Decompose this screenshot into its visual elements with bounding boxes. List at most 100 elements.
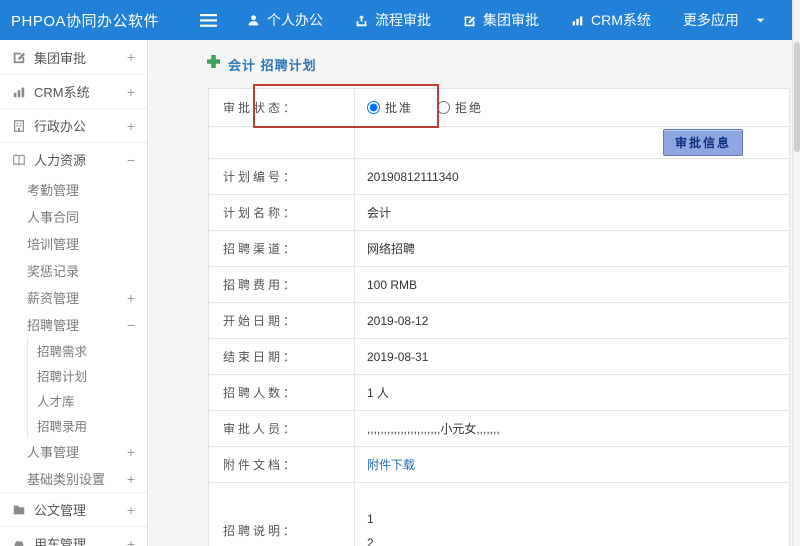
folder-icon [12, 503, 26, 517]
page-title: 会计 招聘计划 [228, 57, 317, 73]
scrollbar-thumb[interactable] [794, 42, 800, 152]
radio-approve[interactable]: 批准 [367, 99, 413, 116]
nav-item-workflow-approval[interactable]: 流程审批 [339, 0, 447, 40]
field-label: 审批状态： [209, 89, 355, 126]
attachment-download-link[interactable]: 附件下载 [367, 456, 415, 473]
sidebar-item-attendance[interactable]: 考勤管理 [0, 176, 147, 203]
field-label: 结束日期： [209, 339, 355, 374]
sidebar-item-recruit-demand[interactable]: 招聘需求 [28, 338, 147, 363]
nav-item-label: 集团审批 [483, 12, 539, 28]
nav-item-crm[interactable]: CRM系统 [555, 0, 667, 40]
form-row-plan-number: 计划编号： 20190812111340 [209, 159, 789, 195]
sidebar-item-label: 人力资源 [34, 153, 87, 168]
field-value: 附件下载 [355, 447, 789, 482]
sidebar-item-label: 用车管理 [34, 537, 87, 546]
collapse-toggle[interactable]: − [125, 317, 137, 333]
nav-item-label: 个人办公 [267, 12, 323, 28]
sidebar-item-hr[interactable]: 人力资源 − [0, 142, 147, 176]
form-row-plan-name: 计划名称： 会计 [209, 195, 789, 231]
form-row-headcount: 招聘人数： 1 人 [209, 375, 789, 411]
description-line: 2 [367, 535, 374, 546]
field-label: 计划编号： [209, 159, 355, 194]
button-cell: 审批信息 [355, 127, 789, 158]
sidebar-item-label: 培训管理 [27, 237, 80, 252]
field-value: 2019-08-12 [367, 313, 429, 328]
sidebar-item-document-mgmt[interactable]: 公文管理 + [0, 492, 147, 526]
hamburger-menu-icon[interactable] [200, 13, 217, 27]
bar-chart-icon [12, 85, 26, 99]
description-line: 1 [367, 511, 374, 526]
sidebar-item-hr-contract[interactable]: 人事合同 [0, 203, 147, 230]
chevron-down-icon [755, 15, 766, 26]
collapse-toggle[interactable]: − [125, 152, 137, 168]
car-icon [12, 537, 26, 546]
recruitment-submenu: 招聘需求 招聘计划 人才库 招聘录用 [27, 338, 147, 438]
expand-toggle[interactable]: + [125, 49, 137, 65]
form-row-approvers: 审批人员： ,,,,,,,,,,,,,,,,,,,,,,小元女,,,,,,, [209, 411, 789, 447]
form-row-cost: 招聘费用： 100 RMB [209, 267, 789, 303]
sidebar-item-label: 考勤管理 [27, 183, 80, 198]
sidebar-item-label: 招聘管理 [27, 318, 80, 333]
field-label: 招聘人数： [209, 375, 355, 410]
radio-reject[interactable]: 拒绝 [437, 99, 483, 116]
approval-status-options: 批准 拒绝 [355, 89, 789, 126]
sidebar-item-label: 集团审批 [34, 50, 87, 66]
field-value: 会计 [367, 206, 392, 220]
app-brand[interactable]: PHPOA协同办公软件 [0, 10, 192, 31]
radio-reject-label: 拒绝 [455, 101, 484, 115]
nav-item-label: 流程审批 [375, 12, 431, 28]
add-icon [206, 54, 221, 74]
sidebar-item-salary[interactable]: 薪资管理 + [0, 284, 147, 311]
page-scrollbar[interactable] [792, 0, 800, 546]
workflow-icon [355, 14, 368, 27]
field-value: ,,,,,,,,,,,,,,,,,,,,,,小元女,,,,,,, [367, 422, 500, 436]
sidebar-item-training[interactable]: 培训管理 [0, 230, 147, 257]
sidebar-item-label: 奖惩记录 [27, 264, 80, 279]
nav-item-personal-office[interactable]: 个人办公 [231, 0, 339, 40]
approval-info-button[interactable]: 审批信息 [662, 129, 743, 156]
sidebar-item-recruit-hire[interactable]: 招聘录用 [28, 413, 147, 438]
sidebar-item-recruit-plan[interactable]: 招聘计划 [28, 363, 147, 388]
sidebar-item-crm[interactable]: CRM系统 + [0, 74, 147, 108]
sidebar-item-label: 人事管理 [27, 445, 80, 460]
form-row-start-date: 开始日期： 2019-08-12 [209, 303, 789, 339]
nav-item-group-approval[interactable]: 集团审批 [447, 0, 555, 40]
nav-item-more-apps[interactable]: 更多应用 [667, 0, 782, 40]
form-row-attachment: 附件文档： 附件下载 [209, 447, 789, 483]
expand-toggle[interactable]: + [125, 444, 137, 460]
form-row-channel: 招聘渠道： 网络招聘 [209, 231, 789, 267]
sidebar-item-label: 招聘计划 [37, 370, 88, 384]
sidebar-item-label: CRM系统 [34, 85, 90, 100]
radio-approve-input[interactable] [367, 101, 380, 114]
sidebar-item-base-category[interactable]: 基础类别设置 + [0, 465, 147, 492]
expand-toggle[interactable]: + [125, 84, 137, 100]
recruitment-plan-form: 审批状态： 批准 拒绝 审批信息 计划编号： 20190812111340 计划… [208, 88, 790, 546]
approval-button-row: 审批信息 [209, 127, 789, 159]
field-value: 1 2 [355, 483, 789, 546]
radio-reject-input[interactable] [437, 101, 451, 114]
sidebar-item-rewards-record[interactable]: 奖惩记录 [0, 257, 147, 284]
expand-toggle[interactable]: + [125, 502, 137, 518]
sidebar-item-label: 招聘录用 [37, 420, 88, 434]
expand-toggle[interactable]: + [125, 471, 137, 487]
field-label: 计划名称： [209, 195, 355, 230]
sidebar-item-label: 公文管理 [34, 503, 87, 518]
field-label: 附件文档： [209, 447, 355, 482]
expand-toggle[interactable]: + [125, 536, 137, 546]
book-icon [12, 153, 26, 167]
sidebar-item-vehicle[interactable]: 用车管理 + [0, 526, 147, 546]
main-content: 会计 招聘计划 审批状态： 批准 拒绝 审批信息 计划编号： 201908121… [149, 40, 792, 546]
sidebar-item-group-approval[interactable]: 集团审批 + [0, 40, 147, 74]
sidebar-item-admin-office[interactable]: 行政办公 + [0, 108, 147, 142]
field-label: 招聘费用： [209, 267, 355, 302]
sidebar-item-talent-pool[interactable]: 人才库 [28, 388, 147, 413]
approval-status-row: 审批状态： 批准 拒绝 [209, 89, 789, 127]
sidebar-item-personnel[interactable]: 人事管理 + [0, 438, 147, 465]
field-label: 招聘渠道： [209, 231, 355, 266]
expand-toggle[interactable]: + [125, 290, 137, 306]
field-label: 招聘说明： [209, 483, 355, 546]
expand-toggle[interactable]: + [125, 118, 137, 134]
radio-approve-label: 批准 [385, 101, 414, 115]
sidebar-nav: 集团审批 + CRM系统 + 行政办公 + 人力资源 − 考勤管理 人事合同 培… [0, 40, 148, 546]
sidebar-item-recruitment[interactable]: 招聘管理 − [0, 311, 147, 338]
